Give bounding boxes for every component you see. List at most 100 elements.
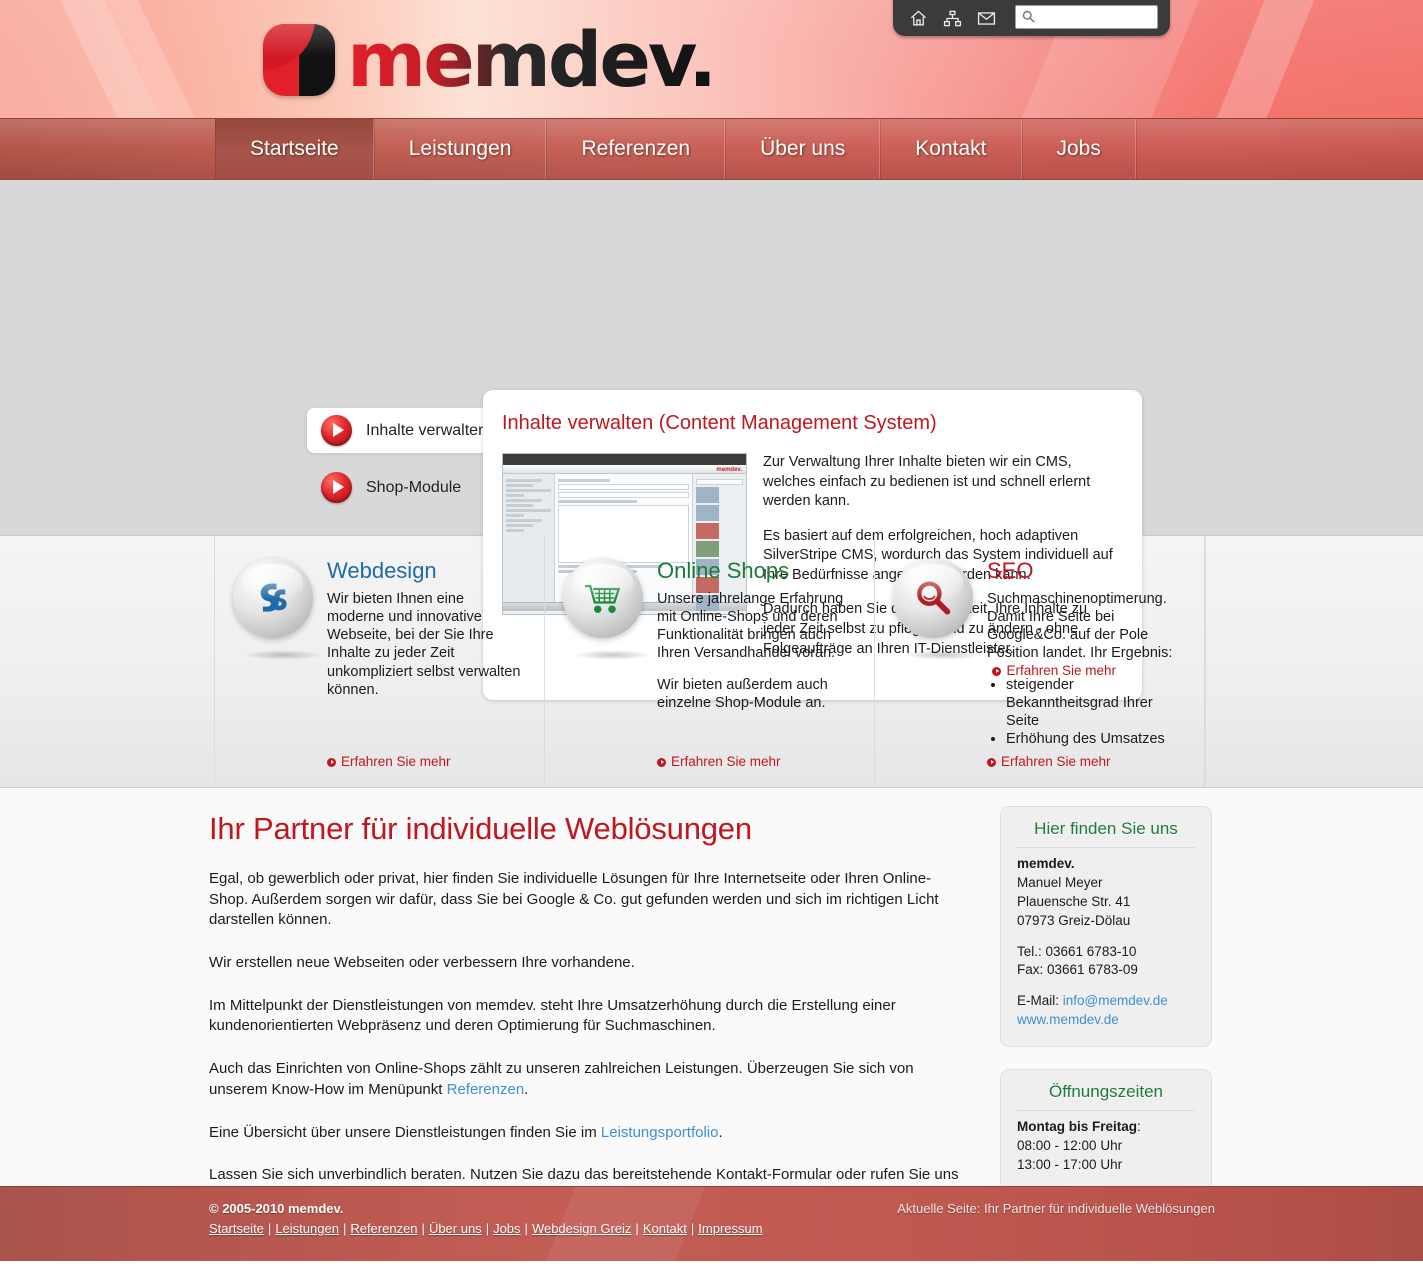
search-box[interactable]	[1015, 5, 1158, 29]
columns-left-pad	[0, 536, 215, 787]
service-column-seo: SEO Suchmaschinenoptimerung. Damit Ihre S…	[875, 536, 1205, 787]
search-input[interactable]	[1015, 5, 1158, 29]
footer-link-list: Startseite | Leistungen | Referenzen | Über un…	[209, 1221, 763, 1236]
site-footer: © 2005-2010 memdev. Startseite | Leistunge…	[0, 1186, 1423, 1261]
service-column-webdesign: Webdesign Wir bieten Ihnen eine moderne u…	[215, 536, 545, 787]
inline-link-referenzen[interactable]: Referenzen	[447, 1081, 525, 1098]
contact-email-label: E-Mail:	[1017, 993, 1060, 1009]
body-paragraph: Wir erstellen neue Webseiten oder verbes…	[209, 954, 635, 972]
nav-item-kontakt[interactable]: Kontakt	[880, 119, 1022, 179]
footer-link-startseite[interactable]: Startseite	[209, 1221, 264, 1236]
home-icon[interactable]	[907, 7, 929, 29]
service-bullet: Erhöhung des Umsatzes	[1006, 730, 1184, 748]
service-more-link[interactable]: Erfahren Sie mehr	[987, 754, 1111, 769]
footer-link-webdesign-greiz[interactable]: Webdesign Greiz	[532, 1221, 631, 1236]
footer-separator: |	[267, 1221, 272, 1236]
page-title: Ihr Partner für individuelle Weblösungen	[209, 811, 752, 846]
service-more-label: Erfahren Sie mehr	[1001, 754, 1111, 769]
sidebar: Hier finden Sie uns memdev. Manuel Meyer…	[961, 788, 1423, 1192]
sitemap-icon[interactable]	[941, 7, 963, 29]
nav-item-leistungen[interactable]: Leistungen	[373, 119, 547, 179]
header-light-streak	[19, 0, 271, 118]
contact-fax: Fax: 03661 6783-09	[1017, 962, 1138, 978]
body-paragraph: Auch das Einrichten von Online-Shops zäh…	[209, 1060, 914, 1098]
contact-email-link[interactable]: info@memdev.de	[1063, 993, 1168, 1008]
body-paragraph: Egal, ob gewerblich oder privat, hier fi…	[209, 870, 939, 929]
service-bullet: steigender Bekanntheitsgrad Ihrer Seite	[1006, 676, 1184, 730]
nav-item--ber-uns[interactable]: Über uns	[725, 119, 881, 179]
play-bullet-icon	[987, 758, 996, 767]
body-paragraph: Im Mittelpunkt der Dienstleistungen von …	[209, 996, 896, 1035]
mail-icon[interactable]	[975, 7, 997, 29]
footer-link-leistungen[interactable]: Leistungen	[275, 1221, 339, 1236]
hours-morning: 08:00 - 12:00 Uhr	[1017, 1138, 1123, 1154]
main-content-area: Ihr Partner für individuelle Weblösungen…	[0, 788, 1423, 1204]
logo-mark-icon	[263, 24, 335, 96]
shopping-cart-icon	[563, 558, 643, 638]
columns-right-pad	[1205, 536, 1423, 787]
footer-separator: |	[690, 1221, 695, 1236]
footer-link-impressum[interactable]: Impressum	[698, 1221, 762, 1236]
hours-box-title: Öffnungszeiten	[1017, 1082, 1195, 1112]
feature-slider: Inhalte verwalten Shop-Module Inhalte ver…	[0, 180, 1423, 700]
service-title: Online Shops	[657, 558, 790, 583]
contact-person: Manuel Meyer	[1017, 874, 1103, 890]
webdesign-swirl-icon	[233, 558, 313, 638]
main-navigation: Startseite Leistungen Referenzen Über uns Ko…	[0, 118, 1423, 180]
play-bullet-icon	[657, 758, 666, 767]
hours-box: Öffnungszeiten Montag bis Freitag: 08:00…	[1000, 1069, 1212, 1192]
contact-company: memdev.	[1017, 856, 1075, 871]
footer-link-kontakt[interactable]: Kontakt	[643, 1221, 687, 1236]
contact-website-link[interactable]: www.memdev.de	[1017, 1012, 1119, 1027]
contact-box-title: Hier finden Sie uns	[1017, 819, 1195, 848]
nav-item-startseite[interactable]: Startseite	[215, 119, 374, 179]
footer-separator: |	[421, 1221, 425, 1236]
footer-separator: |	[485, 1221, 490, 1236]
service-paragraph: Suchmaschinenoptimerung. Damit Ihre Seit…	[987, 591, 1173, 662]
site-logo[interactable]: memdev.	[263, 15, 717, 104]
hours-days: Montag bis Freitag	[1017, 1119, 1138, 1135]
search-icon	[1021, 9, 1036, 24]
contact-street: Plauensche Str. 41	[1017, 893, 1131, 909]
site-header: memdev.	[0, 0, 1423, 118]
main-left-gutter	[0, 788, 209, 1186]
slider-tab-label: Inhalte verwalten	[366, 421, 487, 439]
nav-item-jobs[interactable]: Jobs	[1021, 119, 1136, 179]
footer-link-jobs[interactable]: Jobs	[493, 1221, 520, 1236]
logo-wordmark: memdev.	[347, 15, 717, 104]
footer-link-referenzen[interactable]: Referenzen	[350, 1221, 417, 1236]
play-circle-icon	[321, 472, 352, 503]
service-more-link[interactable]: Erfahren Sie mehr	[327, 754, 451, 769]
footer-copyright: © 2005-2010 memdev.	[209, 1201, 344, 1216]
contact-city: 07973 Greiz-Dölau	[1017, 912, 1131, 928]
slider-tab-label: Shop-Module	[366, 478, 462, 496]
service-paragraph: Wir bieten Ihnen eine moderne und innova…	[327, 591, 521, 698]
nav-right-filler	[1135, 119, 1423, 179]
footer-separator: |	[635, 1221, 639, 1236]
hours-afternoon: 13:00 - 17:00 Uhr	[1017, 1156, 1123, 1172]
panel-title: Inhalte verwalten (Content Management Sy…	[502, 412, 937, 434]
service-paragraph: Unsere jahrelange Erfahrung mit Online-S…	[657, 591, 844, 662]
inline-link-leistungsportfolio[interactable]: Leistungsportfolio	[601, 1124, 719, 1141]
service-more-label: Erfahren Sie mehr	[671, 754, 781, 769]
play-circle-icon	[321, 415, 352, 446]
nav-item-referenzen[interactable]: Referenzen	[546, 119, 726, 179]
footer-link--ber-uns[interactable]: Über uns	[429, 1221, 482, 1236]
play-bullet-icon	[327, 758, 336, 767]
header-toolbar	[893, 0, 1170, 36]
orb-shadow	[573, 650, 653, 660]
header-light-streak	[0, 0, 232, 118]
service-column-online-shops: Online Shops Unsere jahrelange Erfahrung …	[545, 536, 875, 787]
service-bullet-list: steigender Bekanntheitsgrad Ihrer SeiteE…	[987, 676, 1184, 749]
contact-phone: Tel.: 03661 6783-10	[1017, 943, 1137, 959]
contact-box: Hier finden Sie uns memdev. Manuel Meyer…	[1000, 806, 1212, 1048]
header-light-streak	[1153, 0, 1353, 118]
magnifier-icon	[893, 558, 973, 638]
service-more-link[interactable]: Erfahren Sie mehr	[657, 754, 781, 769]
service-paragraph: Wir bieten außerdem auch einzelne Shop-M…	[657, 676, 828, 711]
footer-current-page: Aktuelle Seite: Ihr Partner für individu…	[897, 1201, 1215, 1216]
orb-shadow	[243, 650, 323, 660]
service-more-label: Erfahren Sie mehr	[341, 754, 451, 769]
nav-left-filler	[0, 119, 215, 179]
orb-shadow	[903, 650, 983, 660]
